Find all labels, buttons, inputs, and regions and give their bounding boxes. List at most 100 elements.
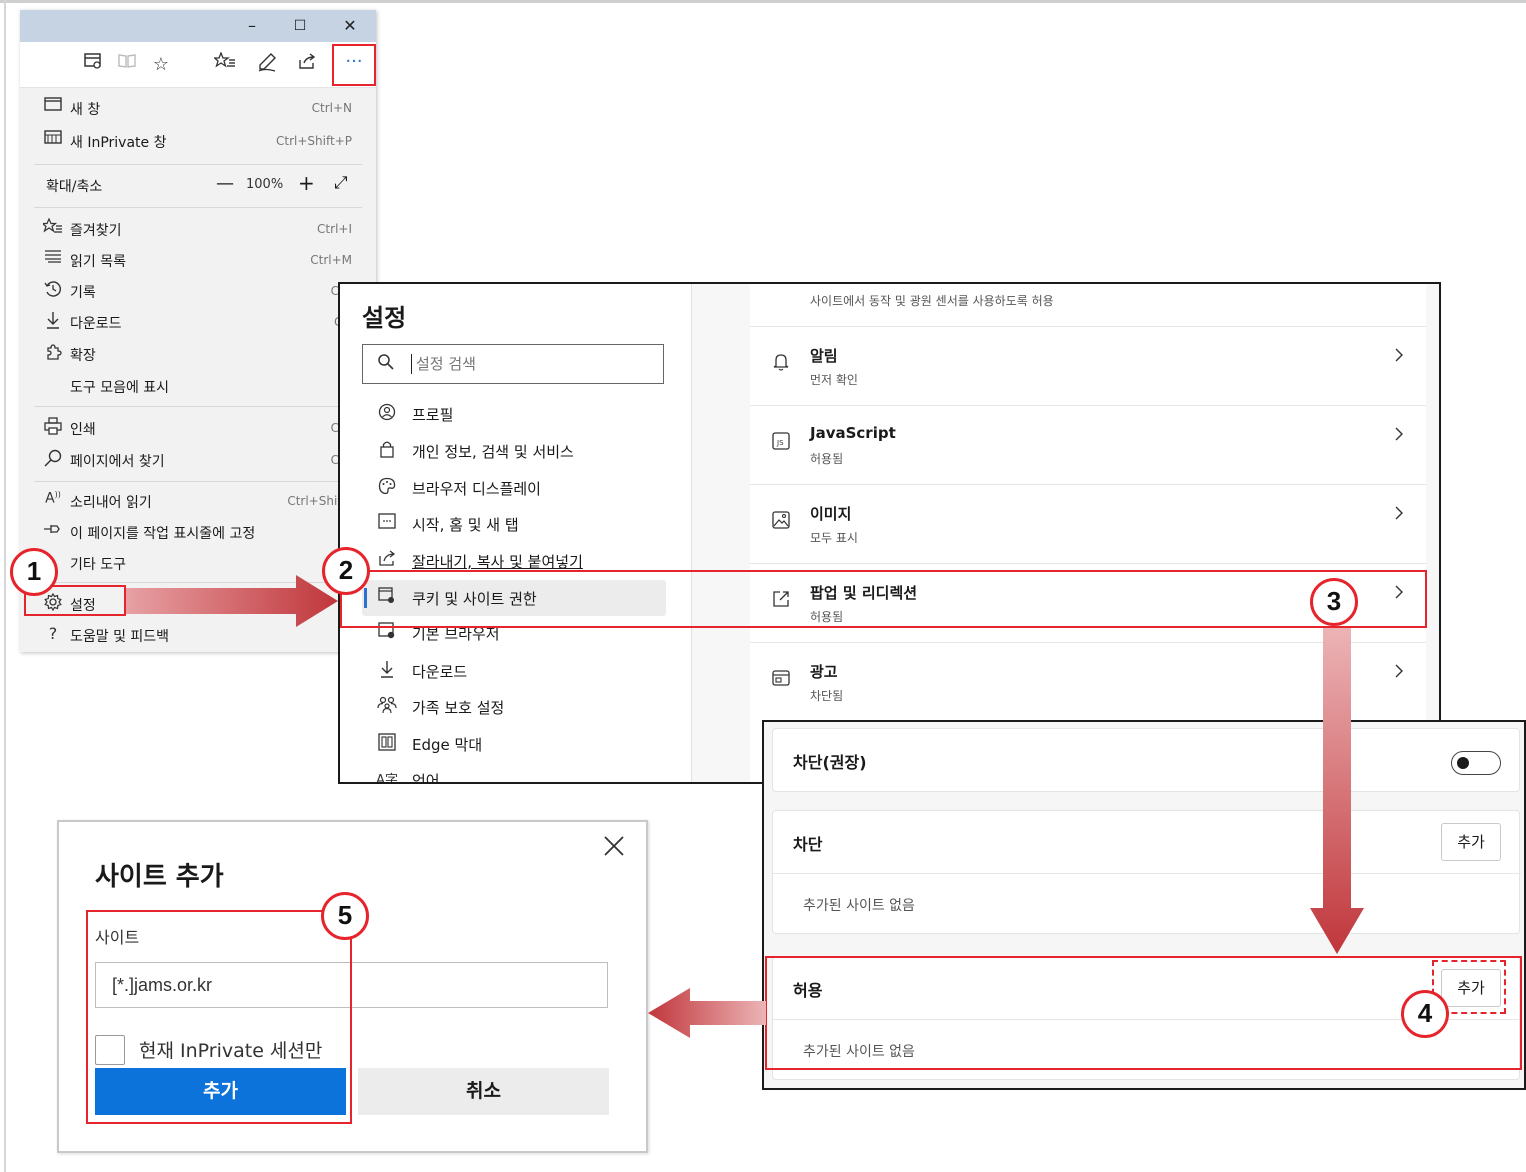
help-icon: ? xyxy=(48,624,58,643)
nav-item-privacy[interactable]: 개인 정보, 검색 및 서비스 xyxy=(362,433,666,469)
menu-item-label: 읽기 목록 xyxy=(70,254,126,270)
close-icon[interactable] xyxy=(603,834,625,864)
favorites-list-icon[interactable] xyxy=(212,51,238,78)
permission-row-notifications[interactable]: 알림 먼저 확인 xyxy=(750,326,1426,405)
share-icon[interactable] xyxy=(294,52,320,78)
menu-item-label: 도움말 및 피드백 xyxy=(70,629,170,645)
block-list-card: 차단 추가 추가된 사이트 없음 xyxy=(772,810,1521,934)
menu-item-downloads[interactable]: 다운로드 Ctr xyxy=(20,307,376,338)
step-badge-2: 2 xyxy=(322,547,370,595)
permission-status: 모두 표시 xyxy=(810,531,858,545)
search-icon xyxy=(377,353,395,376)
arrow-right-1 xyxy=(126,575,338,627)
menu-item-history[interactable]: 기록 Ctrl xyxy=(20,276,376,307)
favorite-star-icon[interactable]: ☆ xyxy=(148,52,174,78)
zoom-out-button[interactable]: — xyxy=(216,173,234,194)
home-tab-icon xyxy=(376,513,398,533)
more-options-button[interactable]: ··· xyxy=(332,44,376,86)
print-icon xyxy=(42,417,64,439)
menu-item-read-aloud[interactable]: A)) 소리내어 읽기 Ctrl+Shift xyxy=(20,486,376,517)
chevron-right-icon xyxy=(1394,426,1404,447)
ads-icon xyxy=(770,669,792,691)
arrow-left-5 xyxy=(648,988,766,1038)
reading-view-icon[interactable] xyxy=(114,52,140,78)
nav-item-edge-bar[interactable]: Edge 막대 xyxy=(362,726,666,762)
menu-item-shortcut: Ctrl+Shift+P xyxy=(276,134,352,148)
nav-item-downloads[interactable]: 다운로드 xyxy=(362,653,666,689)
step-badge-3: 3 xyxy=(1310,578,1358,626)
permission-title: 알림 xyxy=(810,347,838,365)
block-empty-text: 추가된 사이트 없음 xyxy=(803,898,915,914)
zoom-value: 100% xyxy=(246,177,284,192)
maximize-button[interactable]: ☐ xyxy=(280,14,320,38)
permission-title: 이미지 xyxy=(810,505,852,523)
settings-search-box[interactable] xyxy=(362,344,664,384)
nav-item-label: Edge 막대 xyxy=(412,736,483,754)
menu-item-show-in-toolbar[interactable]: 도구 모음에 표시 xyxy=(20,371,376,402)
permission-title: 광고 xyxy=(810,663,838,681)
block-recommended-toggle[interactable] xyxy=(1451,751,1501,775)
nav-item-label: 브라우저 디스플레이 xyxy=(412,480,541,498)
permission-status: 차단됨 xyxy=(810,689,844,703)
palette-icon xyxy=(376,477,398,499)
read-aloud-icon: A)) xyxy=(45,490,61,507)
menu-item-reading-list[interactable]: 읽기 목록 Ctrl+M xyxy=(20,245,376,276)
menu-item-label: 새 창 xyxy=(70,102,101,118)
menu-separator xyxy=(34,164,362,165)
chevron-right-icon xyxy=(1394,663,1404,684)
menu-item-pin-taskbar[interactable]: 이 페이지를 작업 표시줄에 고정 xyxy=(20,517,376,548)
language-icon: A字 xyxy=(376,773,398,784)
menu-separator xyxy=(34,406,362,407)
profile-icon xyxy=(376,403,398,425)
menu-item-label: 이 페이지를 작업 표시줄에 고정 xyxy=(70,526,256,542)
nav-item-profile[interactable]: 프로필 xyxy=(362,396,666,432)
menu-item-zoom: 확대/축소 — 100% + ⤢ xyxy=(20,170,376,201)
nav-item-label: 개인 정보, 검색 및 서비스 xyxy=(412,443,574,461)
permission-title: JavaScript xyxy=(810,424,896,442)
nav-item-label: 잘라내기, 복사 및 붙여넣기 xyxy=(412,553,583,571)
menu-item-extensions[interactable]: 확장 xyxy=(20,339,376,370)
settings-nav-pane: 설정 프로필 개인 정보, 검색 및 서비스 브라우저 디스플레이 xyxy=(340,284,692,784)
frame-top-line xyxy=(0,0,1526,3)
window-titlebar: – ☐ ✕ xyxy=(20,10,376,42)
block-add-button[interactable]: 추가 xyxy=(1441,823,1501,861)
fullscreen-button[interactable]: ⤢ xyxy=(334,173,348,193)
permission-row-images[interactable]: 이미지 모두 표시 xyxy=(750,484,1426,563)
edge-more-menu-panel: – ☐ ✕ ☆ ··· 새 창 Ctrl+N 새 InPrivate 창 Ctr… xyxy=(20,10,376,652)
tab-preview-icon[interactable] xyxy=(80,52,106,78)
share-icon xyxy=(376,550,398,570)
settings-page-panel: 설정 프로필 개인 정보, 검색 및 서비스 브라우저 디스플레이 xyxy=(338,282,1441,784)
close-window-button[interactable]: ✕ xyxy=(330,14,370,38)
menu-item-find-on-page[interactable]: 페이지에서 찾기 Ctrl xyxy=(20,445,376,476)
menu-item-shortcut: Ctrl+I xyxy=(317,222,352,236)
block-recommended-label: 차단(권장) xyxy=(793,753,867,772)
family-icon xyxy=(376,696,398,718)
pin-icon xyxy=(42,521,64,539)
menu-item-new-inprivate[interactable]: 새 InPrivate 창 Ctrl+Shift+P xyxy=(20,126,376,157)
settings-search-input[interactable] xyxy=(411,354,651,374)
nav-item-label: 시작, 홈 및 새 탭 xyxy=(412,516,519,534)
cancel-button[interactable]: 취소 xyxy=(358,1068,609,1115)
permission-row-javascript[interactable]: JS JavaScript 허용됨 xyxy=(750,405,1426,484)
lock-icon xyxy=(376,440,398,462)
menu-item-label: 페이지에서 찾기 xyxy=(70,454,165,470)
menu-item-label: 확장 xyxy=(70,348,96,364)
nav-item-languages[interactable]: A字 언어 xyxy=(362,762,666,784)
menu-item-label: 새 InPrivate 창 xyxy=(70,135,167,151)
nav-item-family[interactable]: 가족 보호 설정 xyxy=(362,689,666,725)
menu-item-favorites[interactable]: 즐겨찾기 Ctrl+I xyxy=(20,214,376,245)
chevron-right-icon xyxy=(1394,347,1404,368)
menu-item-label: 즐겨찾기 xyxy=(70,223,122,239)
zoom-in-button[interactable]: + xyxy=(298,171,315,195)
nav-item-start-home[interactable]: 시작, 홈 및 새 탭 xyxy=(362,506,666,542)
menu-item-label: 기타 도구 xyxy=(70,557,126,573)
menu-item-print[interactable]: 인쇄 Ctrl xyxy=(20,413,376,444)
nav-item-appearance[interactable]: 브라우저 디스플레이 xyxy=(362,470,666,506)
pen-icon[interactable] xyxy=(254,52,280,78)
minimize-button[interactable]: – xyxy=(232,14,272,38)
menu-separator xyxy=(34,207,362,208)
menu-item-shortcut: Ctrl+N xyxy=(311,101,352,115)
nav-item-label: 프로필 xyxy=(412,406,454,424)
menu-item-new-window[interactable]: 새 창 Ctrl+N xyxy=(20,93,376,124)
frame-left-line xyxy=(4,0,6,1172)
